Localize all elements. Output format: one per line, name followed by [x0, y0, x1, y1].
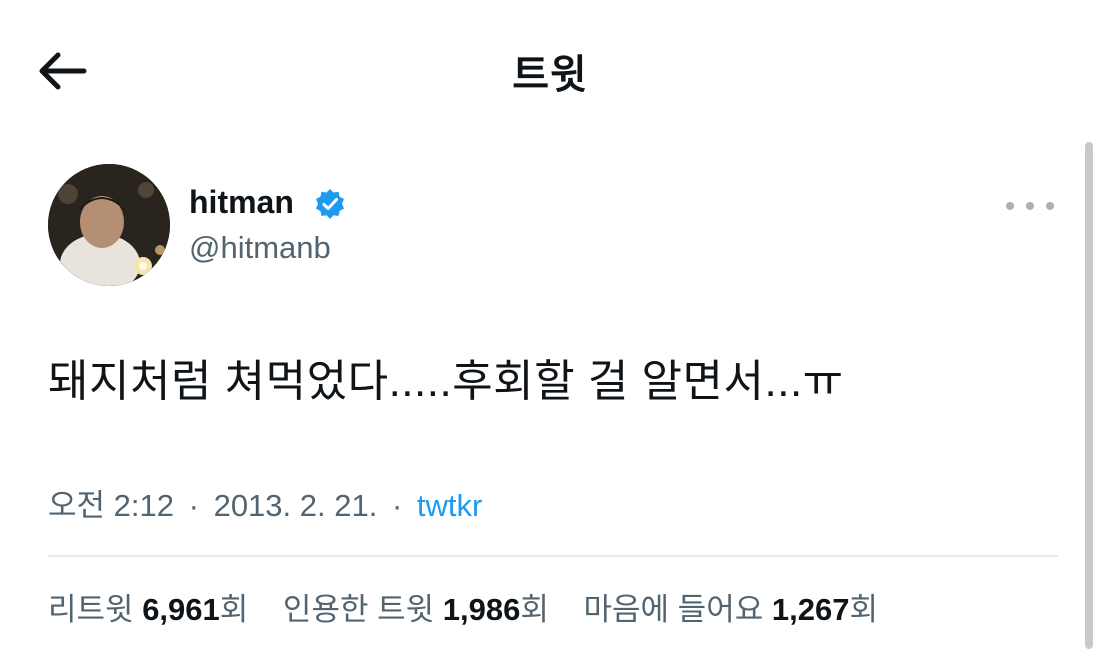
retweets-label: 리트윗: [48, 592, 134, 627]
divider: [48, 555, 1058, 557]
likes-stat[interactable]: 마음에 들어요 1,267회: [584, 584, 878, 629]
retweets-unit: 회: [219, 592, 249, 627]
tweet-text: 돼지처럼 쳐먹었다.....후회할 걸 알면서...ㅠ: [48, 357, 844, 406]
likes-count: 1,267: [771, 592, 850, 627]
display-name[interactable]: hitman: [189, 184, 294, 221]
separator: ·: [188, 488, 199, 523]
more-horizontal-icon: [1046, 202, 1054, 210]
tweet-date[interactable]: 2013. 2. 21.: [214, 488, 378, 523]
separator: ·: [391, 488, 403, 523]
top-bar: 트윗: [0, 0, 1100, 140]
verified-badge-icon: [316, 189, 344, 219]
quotes-unit: 회: [520, 592, 549, 627]
quotes-count: 1,986: [442, 592, 521, 627]
retweets-count: 6,961: [142, 592, 220, 627]
likes-label: 마음에 들어요: [583, 592, 764, 627]
avatar[interactable]: [48, 164, 170, 286]
page-title: 트윗: [512, 53, 588, 97]
likes-unit: 회: [849, 592, 878, 627]
tweet-source-link[interactable]: twtkr: [417, 488, 482, 523]
retweets-stat[interactable]: 리트윗 6,961회: [48, 584, 248, 629]
engagement-stats: 리트윗 6,961회 인용한 트윗 1,986회 마음에 들어요 1,267회: [48, 584, 904, 629]
quotes-stat[interactable]: 인용한 트윗 1,986회: [283, 584, 549, 629]
quotes-label: 인용한 트윗: [282, 592, 435, 627]
tweet-metadata: 오전 2:12 · 2013. 2. 21. · twtkr: [48, 480, 482, 525]
more-horizontal-icon: [1026, 202, 1034, 210]
more-options-button[interactable]: [1006, 196, 1054, 216]
more-horizontal-icon: [1006, 202, 1014, 210]
scrollbar[interactable]: [1085, 142, 1093, 649]
profile-photo: [48, 164, 170, 286]
user-handle[interactable]: @hitmanb: [189, 230, 331, 266]
tweet-time[interactable]: 오전 2:12: [48, 488, 174, 523]
